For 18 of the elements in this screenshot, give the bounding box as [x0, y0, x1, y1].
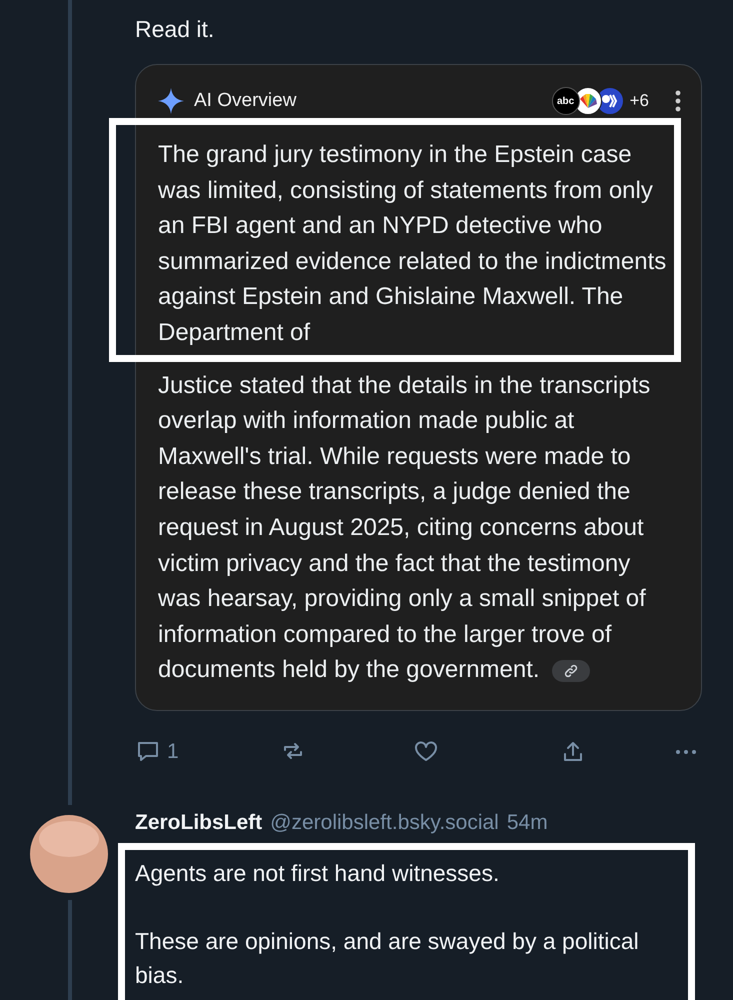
overview-text: Justice stated that the details in the transcripts overlap with information made public at Maxwell's trial. While requests were made to release these transcripts, a judge denied the request in August 2025, citing concerns about victim privacy and the fact that the testimony was hearsay, providing only a small snippet of information compared to the larger trove of documents held by the government.: [158, 370, 652, 686]
overview-title: AI Overview: [194, 90, 296, 112]
post-time: 54m: [506, 811, 548, 835]
user-handle[interactable]: @zerolibsleft.bsky.social: [270, 811, 499, 835]
reply-text: These are opinions, and are swayed by a political bias.: [135, 927, 640, 990]
post-text: Read it.: [135, 15, 216, 44]
more-icon: [676, 750, 696, 754]
overview-text: The grand jury testimony in the Epstein case was limited, consisting of statements from only an FBI agent and an NYPD detective who summarized evidence related to the indictments against Epstein and Ghislaine Maxwell. The Department of: [158, 140, 668, 348]
more-icon[interactable]: [675, 90, 681, 112]
source-count: +6: [630, 91, 649, 111]
reply-text: Agents are not first hand witnesses.: [135, 859, 500, 888]
source-logo: abc: [552, 87, 580, 115]
display-name[interactable]: ZeroLibsLeft: [135, 811, 262, 835]
sparkle-icon: [158, 88, 184, 114]
link-icon: [564, 664, 578, 678]
link-button[interactable]: [552, 660, 590, 682]
more-button[interactable]: [676, 750, 696, 754]
reply-button[interactable]: 1: [135, 738, 280, 765]
